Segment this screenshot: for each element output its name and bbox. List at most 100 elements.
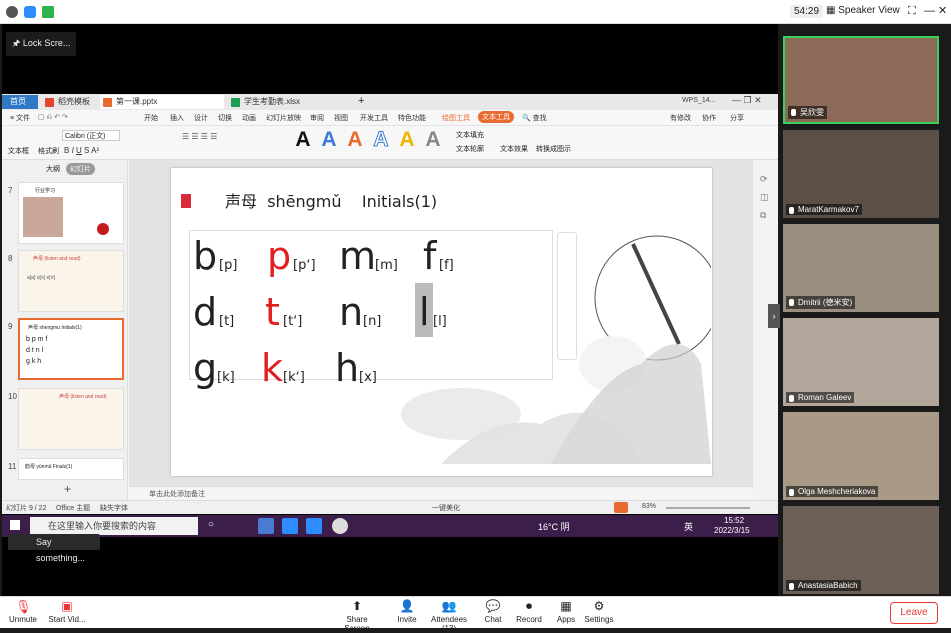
- text-fill-button[interactable]: 文本填充: [456, 130, 484, 140]
- app-icon-1[interactable]: [258, 518, 274, 534]
- ime-indicator[interactable]: 英: [684, 520, 693, 533]
- fullscreen-icon[interactable]: ⛶: [908, 5, 916, 18]
- text-style-outline[interactable]: A: [370, 128, 392, 151]
- participant-tile[interactable]: 吴欣雯: [783, 36, 939, 124]
- participant-tile[interactable]: Olga Meshcheriakova: [783, 412, 939, 500]
- tab-pptx[interactable]: 第一课.pptx: [100, 95, 224, 109]
- participant-tile[interactable]: MaratKarmakov7: [783, 130, 939, 218]
- red-bar-decoration: [181, 194, 191, 208]
- unmute-button[interactable]: 🎙 Unmute: [6, 599, 40, 624]
- play-icon[interactable]: [614, 502, 628, 513]
- participant-tile[interactable]: Dmitrii (德米安): [783, 224, 939, 312]
- paragraph-icons[interactable]: ☰ ☰ ☰ ☰: [182, 132, 217, 141]
- menu-text-tools[interactable]: 文本工具: [478, 111, 514, 123]
- apps-button[interactable]: ▦ Apps: [554, 599, 578, 624]
- tab-home[interactable]: 首页: [2, 95, 38, 109]
- record-button[interactable]: ⏺ Record: [514, 599, 544, 624]
- menu-file[interactable]: ≡ 文件: [10, 113, 30, 123]
- attendees-icon: 👥: [441, 599, 457, 613]
- tool-icon-3[interactable]: ⧉: [760, 210, 766, 221]
- close-icon[interactable]: ✕: [938, 4, 947, 17]
- menu-drawing-tools[interactable]: 绘图工具: [442, 113, 470, 123]
- text-effect-button[interactable]: 文本效果: [500, 144, 528, 154]
- missing-font[interactable]: 缺失字体: [100, 503, 128, 513]
- gear-icon: ⚙: [593, 599, 605, 613]
- slide-thumb-11[interactable]: 韵母 yùnmǔ Finals(1): [18, 458, 124, 480]
- taskbar-search[interactable]: 在这里输入你要搜索的内容: [30, 517, 198, 535]
- participant-tile[interactable]: Roman Galeev: [783, 318, 939, 406]
- participant-tile[interactable]: AnastasiaBabich: [783, 506, 939, 594]
- slide-thumb-8[interactable]: 声母 (listen and read) a[a] o[o] e[ɤ]: [18, 250, 124, 312]
- leave-button[interactable]: Leave: [890, 602, 938, 624]
- app-icon-2[interactable]: [282, 518, 298, 534]
- tab-xlsx[interactable]: 学生考勤表.xlsx: [228, 95, 352, 109]
- menu-special[interactable]: 特色功能: [398, 113, 426, 123]
- initial-b: b: [193, 234, 218, 278]
- slide-thumb-9[interactable]: 声母 shengmu Initials(1) b p m fd t n lg k…: [18, 318, 124, 380]
- beautify-button[interactable]: 一键美化: [432, 503, 460, 513]
- zoom-level: 83%: [642, 503, 657, 510]
- floating-toolbar[interactable]: [557, 232, 577, 360]
- convert-diagram-button[interactable]: 转换成图示: [536, 144, 571, 154]
- signal-icon[interactable]: [42, 6, 54, 18]
- menu-collab[interactable]: 协作: [702, 113, 716, 123]
- weather[interactable]: 16°C 阴: [538, 520, 570, 533]
- tab-slides[interactable]: 幻灯片: [66, 163, 95, 175]
- start-video-button[interactable]: ▣ Start Vid...: [44, 599, 90, 624]
- new-tab-icon[interactable]: +: [358, 95, 364, 107]
- speaker-view-button[interactable]: ▦ Speaker View: [826, 5, 900, 16]
- tab-outline[interactable]: 大纲: [46, 164, 60, 174]
- menu-devtools[interactable]: 开发工具: [360, 113, 388, 123]
- menu-slideshow[interactable]: 幻灯片放映: [266, 113, 301, 123]
- slide-thumb-7[interactable]: 行业学习: [18, 182, 124, 244]
- chat-button[interactable]: 💬 Chat: [482, 599, 504, 624]
- quick-access-icon[interactable]: ▢ ⎌ ↶ ↷: [38, 113, 68, 122]
- app-icon-4[interactable]: [332, 518, 348, 534]
- menu-view[interactable]: 视图: [334, 113, 348, 123]
- notes-area[interactable]: 单击此处添加备注: [129, 486, 753, 500]
- tool-icon-2[interactable]: ◫: [760, 192, 769, 203]
- format-painter-button[interactable]: 格式刷: [38, 146, 59, 156]
- zoom-app-icon[interactable]: [306, 518, 322, 534]
- text-outline-button[interactable]: 文本轮廓: [456, 144, 484, 154]
- ipa-n: [n]: [363, 314, 382, 329]
- menu-animation[interactable]: 动画: [242, 113, 256, 123]
- slide[interactable]: 声母 shēngmǔ Initials(1) b [p] p [pʻ] m [m…: [171, 168, 712, 476]
- add-slide-icon[interactable]: +: [64, 482, 71, 496]
- shield-icon[interactable]: [24, 6, 36, 18]
- settings-button[interactable]: ⚙ Settings: [584, 599, 614, 624]
- say-something-input[interactable]: Say something...: [8, 534, 100, 563]
- xls-icon: [231, 98, 240, 107]
- windows-start-icon[interactable]: [10, 520, 20, 530]
- minimize-icon[interactable]: —: [924, 5, 935, 17]
- textbox-button[interactable]: 文本框: [8, 146, 29, 156]
- text-style-orange[interactable]: A: [344, 129, 366, 151]
- menu-modified[interactable]: 有修改: [670, 113, 691, 123]
- lock-screen-button[interactable]: 🖈 Lock Scre...: [6, 32, 77, 56]
- invite-button[interactable]: 👤 Invite: [394, 599, 420, 624]
- record-icon: ⏺: [525, 599, 532, 613]
- text-style-black[interactable]: A: [292, 129, 314, 151]
- menu-review[interactable]: 审阅: [310, 113, 324, 123]
- tool-icon-1[interactable]: ⟳: [760, 174, 768, 185]
- menu-design[interactable]: 设计: [194, 113, 208, 123]
- menu-transition[interactable]: 切换: [218, 113, 232, 123]
- zoom-slider[interactable]: [666, 507, 750, 509]
- text-style-blue[interactable]: A: [318, 129, 340, 151]
- window-controls-icon[interactable]: — ❐ ✕: [732, 95, 762, 106]
- info-icon[interactable]: [6, 6, 18, 18]
- collapse-gallery-icon[interactable]: ›: [768, 304, 780, 328]
- tab-docer[interactable]: 稻壳模板: [42, 95, 96, 109]
- menu-start[interactable]: 开始: [144, 113, 158, 123]
- wps-account[interactable]: WPS_14...: [682, 97, 715, 104]
- slide-thumb-10[interactable]: 声母 (listen and read): [18, 388, 124, 450]
- taskview-icon[interactable]: ○: [208, 519, 214, 530]
- text-style-gray[interactable]: A: [422, 129, 444, 151]
- font-name-select[interactable]: Calibri (正文): [62, 130, 120, 141]
- menu-insert[interactable]: 插入: [170, 113, 184, 123]
- font-style-icons[interactable]: B I U S A²: [64, 146, 99, 155]
- taskbar-date: 2022/3/15: [714, 526, 750, 535]
- menu-share[interactable]: 分享: [730, 113, 744, 123]
- text-style-yellow[interactable]: A: [396, 129, 418, 151]
- search-button[interactable]: 🔍 查找: [522, 113, 547, 123]
